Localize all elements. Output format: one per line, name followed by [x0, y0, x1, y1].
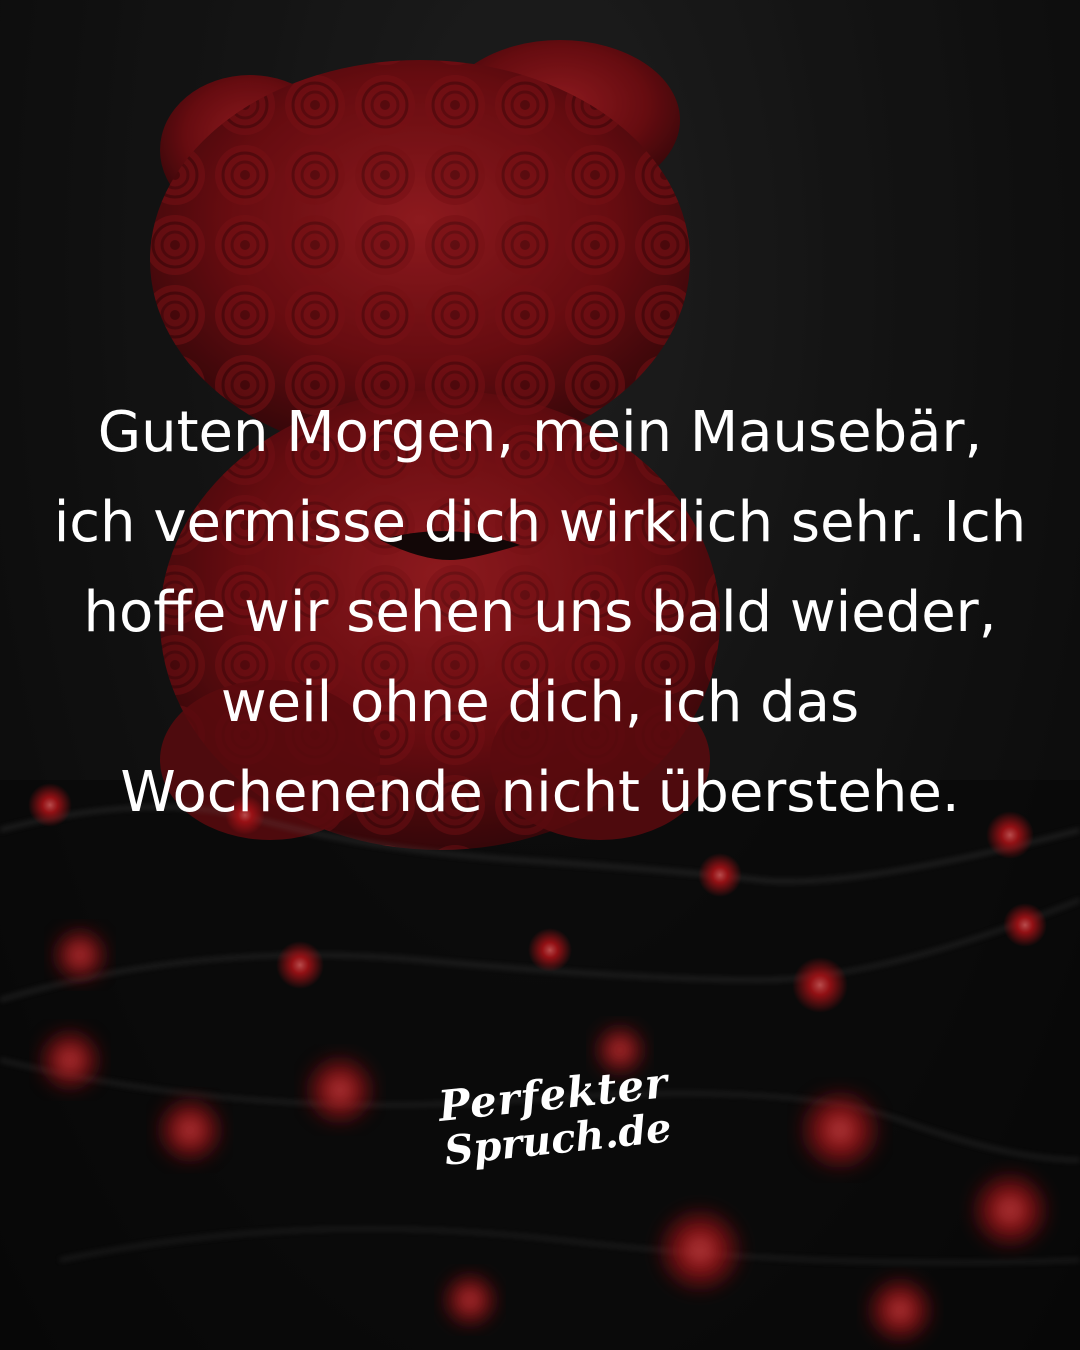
- quote-text: Guten Morgen, mein Mausebär, ich vermiss…: [40, 388, 1040, 838]
- quote-image: Guten Morgen, mein Mausebär, ich vermiss…: [0, 0, 1080, 1350]
- quote-line: ich vermisse dich wirklich sehr. Ich: [53, 490, 1027, 555]
- brand-logo: Perfekter Spruch.de: [430, 1058, 674, 1190]
- quote-line: Wochenende nicht überstehe.: [120, 760, 960, 825]
- quote-line: weil ohne dich, ich das: [220, 670, 860, 735]
- quote-line: hoffe wir sehen uns bald wieder,: [83, 580, 997, 645]
- quote-line: Guten Morgen, mein Mausebär,: [97, 400, 983, 465]
